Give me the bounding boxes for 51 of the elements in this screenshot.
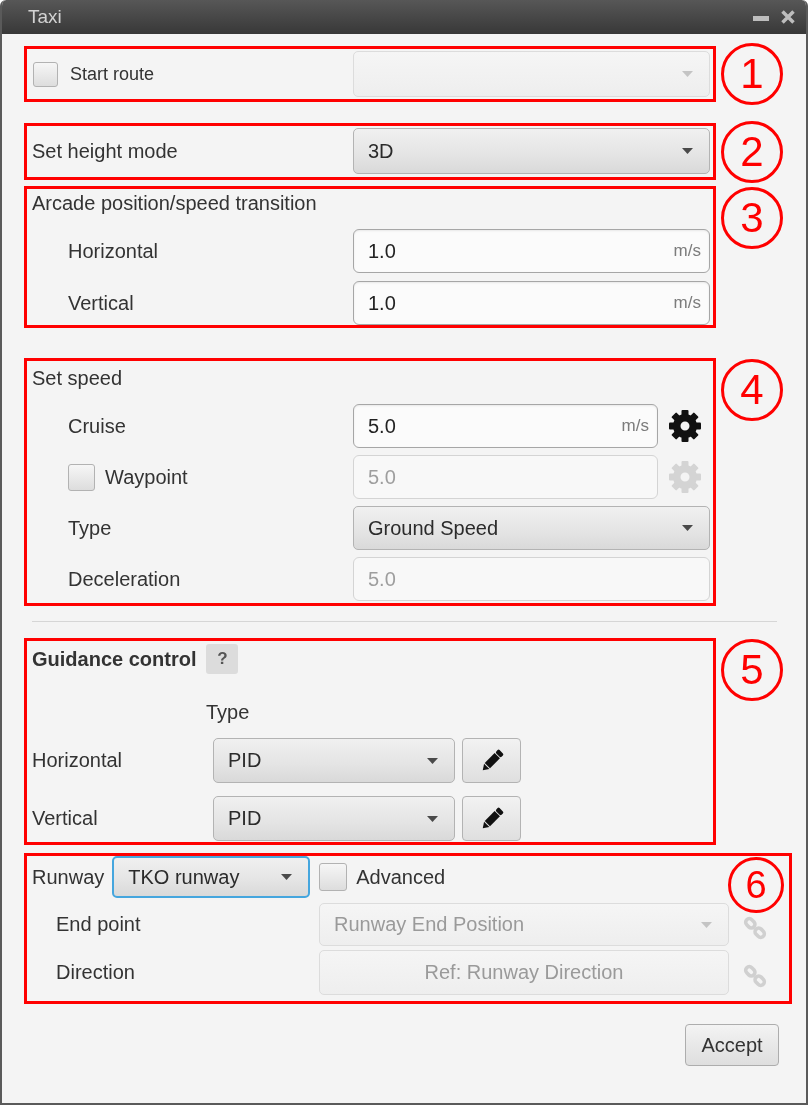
- callout-number: 2: [721, 120, 783, 183]
- checkbox[interactable]: [319, 863, 348, 891]
- unit-label: m/s: [621, 416, 649, 436]
- field-label: Type: [68, 516, 112, 540]
- field-label: Runway: [32, 865, 105, 889]
- dropdown[interactable]: 3D: [353, 128, 710, 174]
- section-heading: Guidance control: [32, 647, 197, 671]
- callout-number: 5: [721, 639, 783, 701]
- accept-button[interactable]: Accept: [685, 1024, 779, 1066]
- field-label: Set height mode: [32, 139, 178, 163]
- dropdown[interactable]: Ground Speed: [353, 506, 710, 550]
- callout-number: 4: [721, 359, 783, 421]
- unit-label: m/s: [673, 241, 701, 261]
- text-field[interactable]: 5.0 m/s: [353, 404, 658, 448]
- minimize-icon[interactable]: [753, 15, 769, 21]
- caret-icon: [281, 874, 293, 880]
- caret-icon: [427, 757, 438, 764]
- column-header: Type: [206, 701, 250, 723]
- text-field[interactable]: 1.0 m/s: [353, 281, 710, 325]
- help-button[interactable]: ?: [206, 644, 239, 674]
- close-icon[interactable]: [781, 10, 795, 24]
- dropdown[interactable]: PID: [213, 738, 455, 783]
- field-label: Vertical: [32, 807, 98, 830]
- field-label: Direction: [56, 961, 135, 984]
- caret-icon: [682, 148, 693, 154]
- field-label: Cruise: [68, 414, 126, 438]
- field-label: Vertical: [68, 291, 134, 315]
- callout-number: 3: [721, 187, 783, 249]
- caret-icon: [701, 921, 712, 928]
- field-label: Horizontal: [32, 749, 123, 772]
- text-field[interactable]: 1.0 m/s: [353, 229, 710, 273]
- field-label: Start route: [70, 63, 155, 85]
- gear-icon[interactable]: [668, 409, 702, 443]
- dropdown[interactable]: TKO runway: [112, 856, 311, 898]
- edit-button[interactable]: [462, 738, 521, 783]
- edit-button[interactable]: [462, 796, 521, 841]
- field-label: Waypoint: [105, 465, 188, 489]
- dropdown[interactable]: PID: [213, 796, 455, 841]
- callout-number: 1: [721, 43, 783, 105]
- caret-icon: [682, 525, 693, 531]
- caret-icon: [427, 815, 438, 822]
- field-label: End point: [56, 913, 141, 936]
- callout-number: 6: [728, 857, 784, 913]
- checkbox-label: Advanced: [356, 865, 446, 889]
- section-heading: Set speed: [32, 367, 123, 389]
- window-title: Taxi: [28, 6, 63, 28]
- section-heading: Arcade position/speed transition: [32, 192, 317, 214]
- unit-label: m/s: [673, 293, 701, 313]
- caret-icon: [682, 71, 693, 77]
- field-label: Horizontal: [68, 239, 159, 263]
- field-label: Deceleration: [68, 567, 181, 591]
